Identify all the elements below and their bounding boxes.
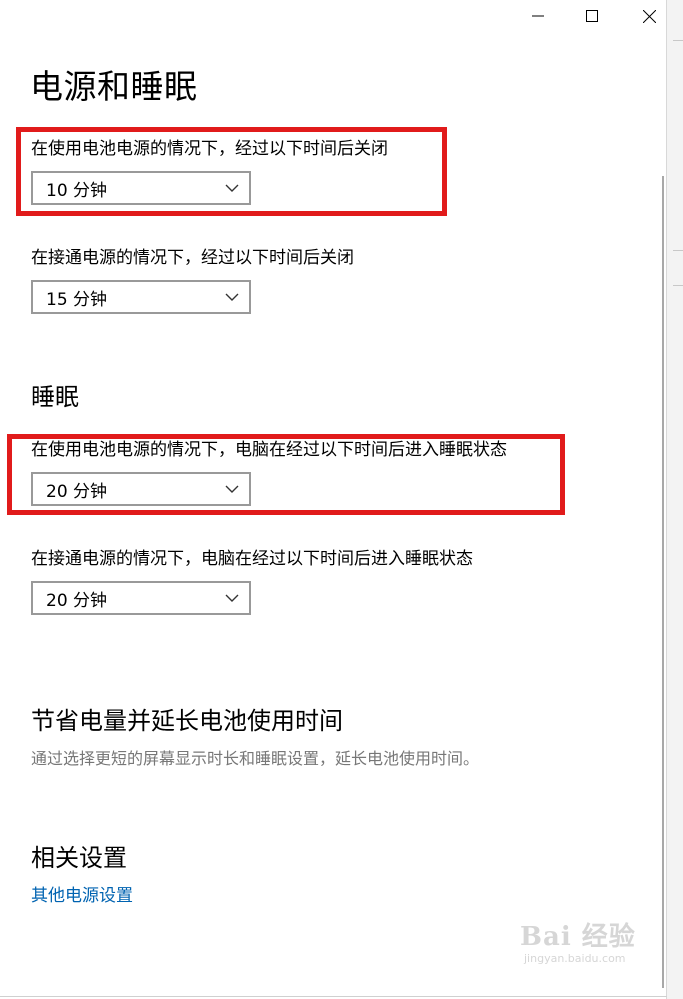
highlight-box-screen-battery: [16, 127, 447, 216]
screen-plugged-value: 15 分钟: [46, 289, 108, 310]
sleep-plugged-value: 20 分钟: [46, 590, 108, 611]
save-energy-heading: 节省电量并延长电池使用时间: [31, 707, 343, 735]
chevron-down-icon: [225, 293, 239, 301]
maximize-icon: [586, 10, 598, 22]
sleep-heading: 睡眠: [31, 383, 79, 411]
sleep-plugged-dropdown[interactable]: 20 分钟: [31, 581, 251, 615]
minimize-button[interactable]: [515, 0, 561, 32]
close-button[interactable]: [626, 0, 672, 32]
scrollbar[interactable]: [662, 176, 664, 988]
page-title: 电源和睡眠: [30, 67, 198, 106]
screen-plugged-label: 在接通电源的情况下，经过以下时间后关闭: [31, 248, 354, 268]
chevron-down-icon: [225, 594, 239, 602]
sleep-plugged-label: 在接通电源的情况下，电脑在经过以下时间后进入睡眠状态: [31, 549, 473, 569]
highlight-box-sleep-battery: [7, 434, 565, 515]
maximize-button[interactable]: [569, 0, 615, 32]
watermark-url: jingyan.baidu.com: [524, 952, 626, 965]
background-window-edge: [667, 0, 683, 999]
close-icon: [642, 9, 656, 23]
minimize-icon: [532, 15, 544, 17]
screen-plugged-dropdown[interactable]: 15 分钟: [31, 280, 251, 314]
window-bottom-border: [0, 996, 667, 997]
save-energy-description: 通过选择更短的屏幕显示时长和睡眠设置，延长电池使用时间。: [31, 749, 480, 768]
settings-window: 电源和睡眠 在使用电池电源的情况下，经过以下时间后关闭 10 分钟 在接通电源的…: [0, 0, 667, 999]
watermark: Bai 经验 jingyan.baidu.com: [520, 922, 636, 966]
additional-power-settings-link[interactable]: 其他电源设置: [31, 884, 133, 908]
related-settings-heading: 相关设置: [31, 844, 127, 872]
watermark-logo: Bai 经验: [520, 922, 636, 952]
